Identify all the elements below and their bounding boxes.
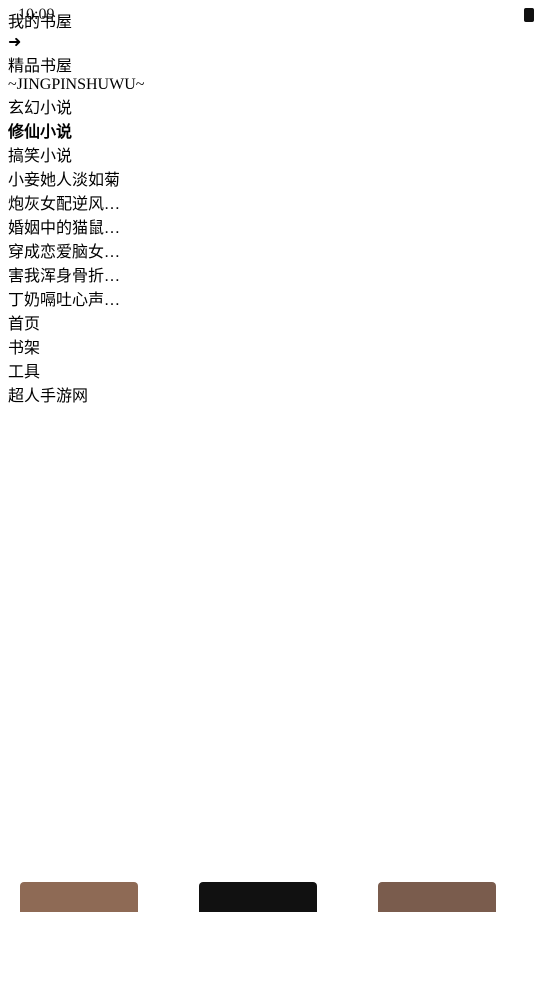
nav-label: 书架 [8,340,41,357]
nav-label: 工具 [8,364,41,381]
next-arrow-button[interactable]: ➜ [8,32,546,52]
book-title: 穿成恋爱脑女… [8,244,121,261]
book-title: 害我浑身骨折… [8,268,121,285]
book-card[interactable]: 小妾她人淡如菊 [8,166,546,190]
book-card[interactable]: 炮灰女配逆风… [8,190,546,214]
my-shelf-button[interactable]: 我的书屋 [8,8,546,32]
row3-cover[interactable] [199,882,317,912]
status-time: 10:09 [18,6,55,23]
nav-home[interactable]: 首页 [8,310,546,334]
tab-xuanhuan[interactable]: 玄幻小说 [8,94,546,118]
status-battery-icon [524,8,534,22]
row3-cover[interactable] [20,882,138,912]
nav-label: 首页 [8,316,41,333]
book-title: 婚姻中的猫鼠… [8,220,121,237]
tab-xiuxian[interactable]: 修仙小说 [8,118,546,142]
book-title: 炮灰女配逆风… [8,196,121,213]
section-title: 精品书屋 [8,58,73,75]
watermark-text: 超人手游网 [8,388,89,405]
nav-tools[interactable]: 工具 [8,358,546,382]
book-card[interactable]: 丁奶嗝吐心声… [8,286,546,310]
book-card[interactable]: 婚姻中的猫鼠… [8,214,546,238]
section-subtitle: ~JINGPINSHUWU~ [8,76,145,93]
book-card[interactable]: 穿成恋爱脑女… [8,238,546,262]
tab-gaoxiao[interactable]: 搞笑小说 [8,142,546,166]
book-card[interactable]: 害我浑身骨折… [8,262,546,286]
book-title: 小妾她人淡如菊 [8,172,121,189]
book-title: 丁奶嗝吐心声… [8,292,121,309]
watermark-badge: 超人手游网 [8,382,546,406]
row3-cover[interactable] [378,882,496,912]
nav-bookshelf[interactable]: 书架 [8,334,546,358]
